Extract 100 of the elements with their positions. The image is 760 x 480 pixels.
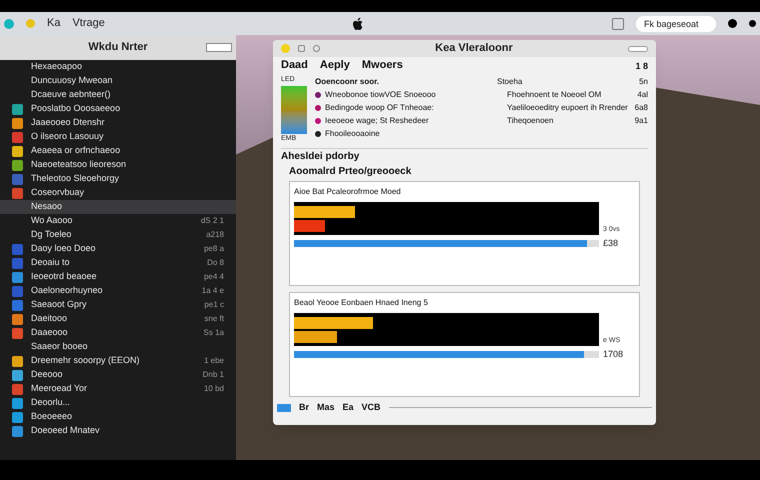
item-value: Do 8 xyxy=(207,257,224,269)
sidebar-item[interactable]: Dreemehr sooorpy (EEON) 1 ebe xyxy=(0,354,236,368)
row-value: 6a8 xyxy=(634,102,648,114)
list-row[interactable]: Ooencoonr soor. Stoeha 5n xyxy=(315,75,648,88)
item-label: Dg Toeleo xyxy=(31,228,72,242)
item-label: Theleotoo Sleoehorgy xyxy=(31,172,120,186)
search-field[interactable]: Fk bageseoat xyxy=(636,16,716,32)
sidebar-item[interactable]: Daeitooo sne ft xyxy=(0,312,236,326)
sidebar-item[interactable]: Theleotoo Sleoehorgy xyxy=(0,172,236,186)
app-icon[interactable] xyxy=(4,18,14,28)
sidebar-item[interactable]: Oaeloneorhuyneo 1a 4 e xyxy=(0,284,236,298)
item-label: Daeitooo xyxy=(31,312,68,326)
menu-item[interactable]: Ka xyxy=(47,15,60,32)
item-label: Wo Aaooo xyxy=(31,214,74,228)
column-header[interactable]: Aeply xyxy=(320,56,350,73)
item-value: a218 xyxy=(206,229,224,241)
column-header[interactable]: Mwoers xyxy=(362,56,403,73)
status-item[interactable]: VCB xyxy=(362,401,381,414)
panel-title: Beaol Yeooe Eonbaen Hnaed Ineng 5 xyxy=(294,297,429,309)
row-value: 9a1 xyxy=(634,114,648,126)
sidebar-item[interactable]: Nesaoo xyxy=(0,200,236,214)
sidebar-item[interactable]: Daoy loeo Doeo pe8 a xyxy=(0,242,236,256)
item-value: sne ft xyxy=(204,313,224,325)
section-title: Ahesldei pdorby xyxy=(280,150,360,164)
sidebar-item[interactable]: Duncuuosy Mweoan xyxy=(0,74,236,88)
sidebar-item[interactable]: Jaaeooeo Dtenshr xyxy=(0,116,236,130)
item-label: Ieoeotrd beaoee xyxy=(31,270,98,284)
item-label: Jaaeooeo Dtenshr xyxy=(31,116,106,130)
item-label: Saaeor booeo xyxy=(31,340,89,354)
item-label: Dreemehr sooorpy (EEON) xyxy=(31,354,141,368)
row-value: 5n xyxy=(639,76,648,88)
item-label: Aeaeea or orfnchaeoo xyxy=(31,144,122,158)
sidebar-item[interactable]: Wo Aaooo dS 2 1 xyxy=(0,214,236,228)
sidebar-item[interactable]: Deoorlu... xyxy=(0,396,236,410)
sidebar-item[interactable]: Saaeor booeo xyxy=(0,340,236,354)
sidebar-item[interactable]: Deoaiu to Do 8 xyxy=(0,256,236,270)
sidebar-item[interactable]: Pooslatbo Ooosaeeoo xyxy=(0,102,236,116)
item-value: Ss 1a xyxy=(204,327,224,339)
item-label: Nesaoo xyxy=(31,200,64,214)
item-label: Deoaiu to xyxy=(31,256,71,270)
item-label: Saeaoot Gpry xyxy=(31,298,88,312)
item-label: O ilseoro Lasouuy xyxy=(31,130,105,144)
menu-item[interactable]: Vtrage xyxy=(72,15,105,32)
item-label: Hexaeoapoo xyxy=(31,60,84,74)
item-label: Pooslatbo Ooosaeeoo xyxy=(31,102,122,116)
item-value: 10 bd xyxy=(204,383,224,395)
item-label: Dcaeuve aebnteer() xyxy=(31,88,112,102)
window-button-icon[interactable] xyxy=(313,45,320,52)
sidebar-item[interactable]: Naeoeteatsoo lieoreson xyxy=(0,158,236,172)
color-bar xyxy=(281,86,307,134)
sidebar-item[interactable]: Ieoeotrd beaoee pe4 4 xyxy=(0,270,236,284)
list-row[interactable]: Fhooileooaoine xyxy=(315,127,648,140)
item-value: 1a 4 e xyxy=(202,285,224,297)
sidebar-title: Wkdu Nrter xyxy=(88,40,148,56)
sidebar-item[interactable]: Daaeooo Ss 1a xyxy=(0,326,236,340)
progress-reading: £38 xyxy=(603,237,618,250)
item-label: Oaeloneorhuyneo xyxy=(31,284,104,298)
sidebar-item[interactable]: Doeoeed Mnatev xyxy=(0,424,236,438)
status-icon[interactable] xyxy=(277,404,291,412)
item-value: Dnb 1 xyxy=(202,369,224,381)
row-detail: Fhoehnoent te Noeoel OM xyxy=(507,88,602,100)
sidebar-item[interactable]: Dg Toeleo a218 xyxy=(0,228,236,242)
status-item[interactable]: Br xyxy=(299,401,310,414)
item-label: Coseorvbuay xyxy=(31,186,86,200)
item-label: Boeoeeeo xyxy=(31,410,74,424)
list-row[interactable]: Ieeoeoe wage; St Reshedeer Tiheqoenoen 9a1 xyxy=(315,114,648,127)
sidebar-item[interactable]: Deeooo Dnb 1 xyxy=(0,368,236,382)
sidebar-item[interactable]: Hexaeoapoo xyxy=(0,60,236,74)
apple-logo-icon[interactable] xyxy=(352,16,364,30)
row-name: Ieeoeoe wage; St Reshedeer xyxy=(325,114,430,126)
item-label: Deoorlu... xyxy=(31,396,72,410)
item-label: Doeoeed Mnatev xyxy=(31,424,101,438)
item-label: Daaeooo xyxy=(31,326,69,340)
row-value: 4al xyxy=(637,88,648,100)
item-value: pe1 c xyxy=(204,299,224,311)
progress-reading: 1708 xyxy=(603,348,624,361)
sidebar-item[interactable]: Dcaeuve aebnteer() xyxy=(0,88,236,102)
list-row[interactable]: Bedingode woop OF Tnheoae: Yaeliloeoeditry eupoert ih Rrender 6a8 xyxy=(315,101,648,114)
item-label: Duncuuosy Mweoan xyxy=(31,74,114,88)
item-label: Meeroead Yor xyxy=(31,382,88,396)
row-name: Fhooileooaoine xyxy=(325,128,381,140)
sidebar-item[interactable]: Boeoeeeo xyxy=(0,410,236,424)
sidebar-item[interactable]: O ilseoro Lasouuy xyxy=(0,130,236,144)
row-detail: Yaeliloeoeditry eupoert ih Rrender xyxy=(507,102,629,114)
sidebar-item[interactable]: Meeroead Yor 10 bd xyxy=(0,382,236,396)
group-title: Aoomalrd Prteo/greooeck xyxy=(288,165,412,179)
sidebar-item[interactable]: Coseorvbuay xyxy=(0,186,236,200)
column-header[interactable]: 1 8 xyxy=(635,60,648,73)
item-value: dS 2 1 xyxy=(200,215,224,227)
list-row[interactable]: Wneobonoe tiowVOE Snoeooo Fhoehnoent te Noeoel OM 4al xyxy=(315,88,648,101)
sidebar-item[interactable]: Aeaeea or orfnchaeoo xyxy=(0,144,236,158)
sidebar-item[interactable]: Saeaoot Gpry pe1 c xyxy=(0,298,236,312)
status-item[interactable]: Mas xyxy=(317,401,335,414)
window-button-icon[interactable] xyxy=(298,45,305,52)
item-value: 1 ebe xyxy=(204,355,224,367)
row-name: Ooencoonr soor. xyxy=(315,76,380,88)
row-name: Wneobonoe tiowVOE Snoeooo xyxy=(325,88,437,100)
item-label: Naeoeteatsoo lieoreson xyxy=(31,158,128,172)
column-header[interactable]: Daad xyxy=(281,56,308,73)
status-item[interactable]: Ea xyxy=(342,401,354,414)
